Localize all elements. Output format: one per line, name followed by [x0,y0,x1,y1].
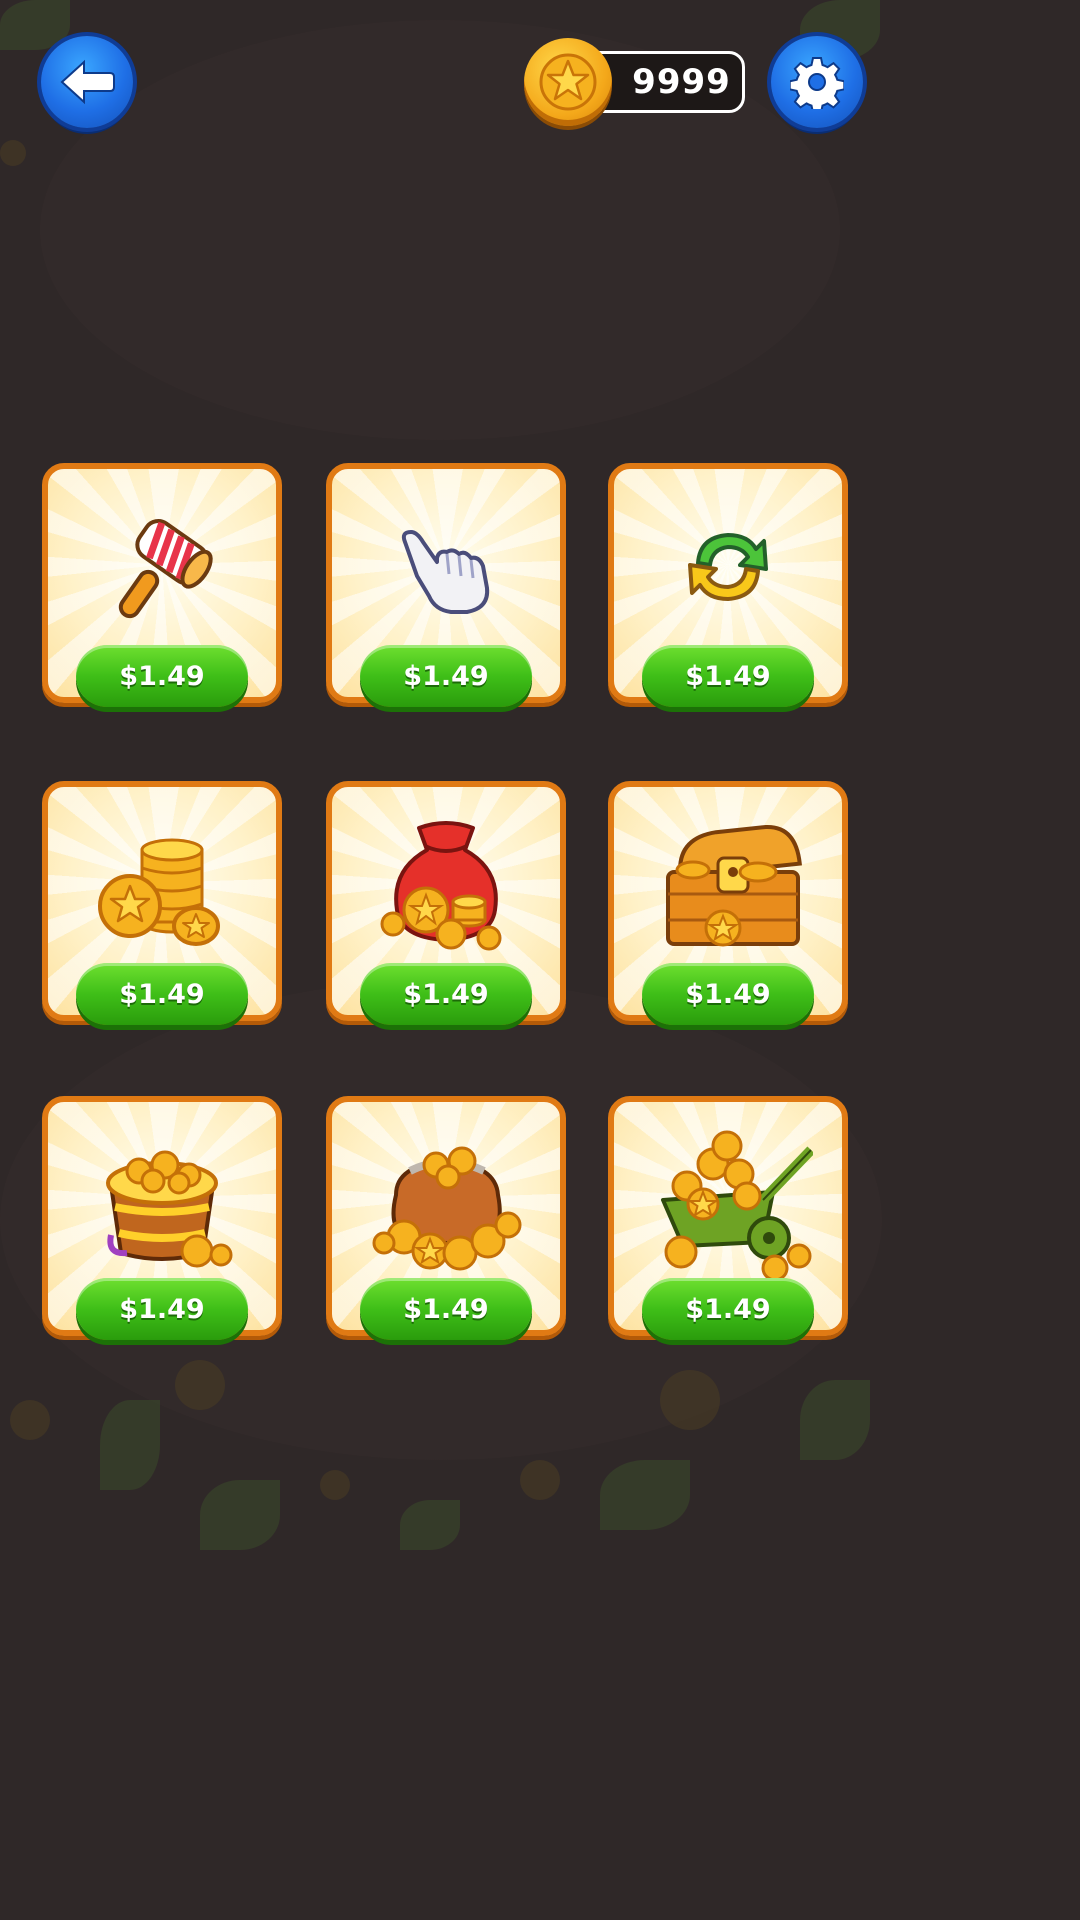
shop-item-coin-bucket[interactable]: $1.49 [42,1096,282,1340]
buy-button[interactable]: $1.49 [642,963,814,1025]
price-label: $1.49 [685,1293,771,1325]
buy-button[interactable]: $1.49 [76,1278,248,1340]
buy-button[interactable]: $1.49 [642,645,814,707]
shop-item-coin-sack[interactable]: $1.49 [326,781,566,1025]
price-label: $1.49 [685,660,771,692]
glove-hand-icon [401,530,490,614]
buy-button[interactable]: $1.49 [642,1278,814,1340]
price-label: $1.49 [119,660,205,692]
price-label: $1.49 [403,978,489,1010]
coin-bag-icon [372,1146,522,1271]
shop-item-shuffle[interactable]: $1.49 [608,463,848,707]
price-label: $1.49 [119,978,205,1010]
coin-bucket-icon [106,1150,233,1268]
price-label: $1.49 [119,1293,205,1325]
shop-grid: $1.49 $1.49 $1.49 $1.49 $1.49 $1.49 $1.4… [0,0,882,1568]
treasure-chest-icon [666,824,802,947]
shop-item-coin-bag[interactable]: $1.49 [326,1096,566,1340]
buy-button[interactable]: $1.49 [76,645,248,707]
shop-item-glove[interactable]: $1.49 [326,463,566,707]
coin-stack-icon [98,838,220,946]
buy-button[interactable]: $1.49 [360,1278,532,1340]
shop-item-coin-stack[interactable]: $1.49 [42,781,282,1025]
coin-cart-icon [661,1130,813,1280]
shuffle-arrows-icon [688,533,768,601]
buy-button[interactable]: $1.49 [360,645,532,707]
shop-item-treasure-chest[interactable]: $1.49 [608,781,848,1025]
buy-button[interactable]: $1.49 [76,963,248,1025]
shop-item-coin-cart[interactable]: $1.49 [608,1096,848,1340]
shop-item-hammer[interactable]: $1.49 [42,463,282,707]
hammer-icon [118,519,213,619]
coin-sack-icon [380,821,502,951]
price-label: $1.49 [403,1293,489,1325]
price-label: $1.49 [685,978,771,1010]
buy-button[interactable]: $1.49 [360,963,532,1025]
price-label: $1.49 [403,660,489,692]
